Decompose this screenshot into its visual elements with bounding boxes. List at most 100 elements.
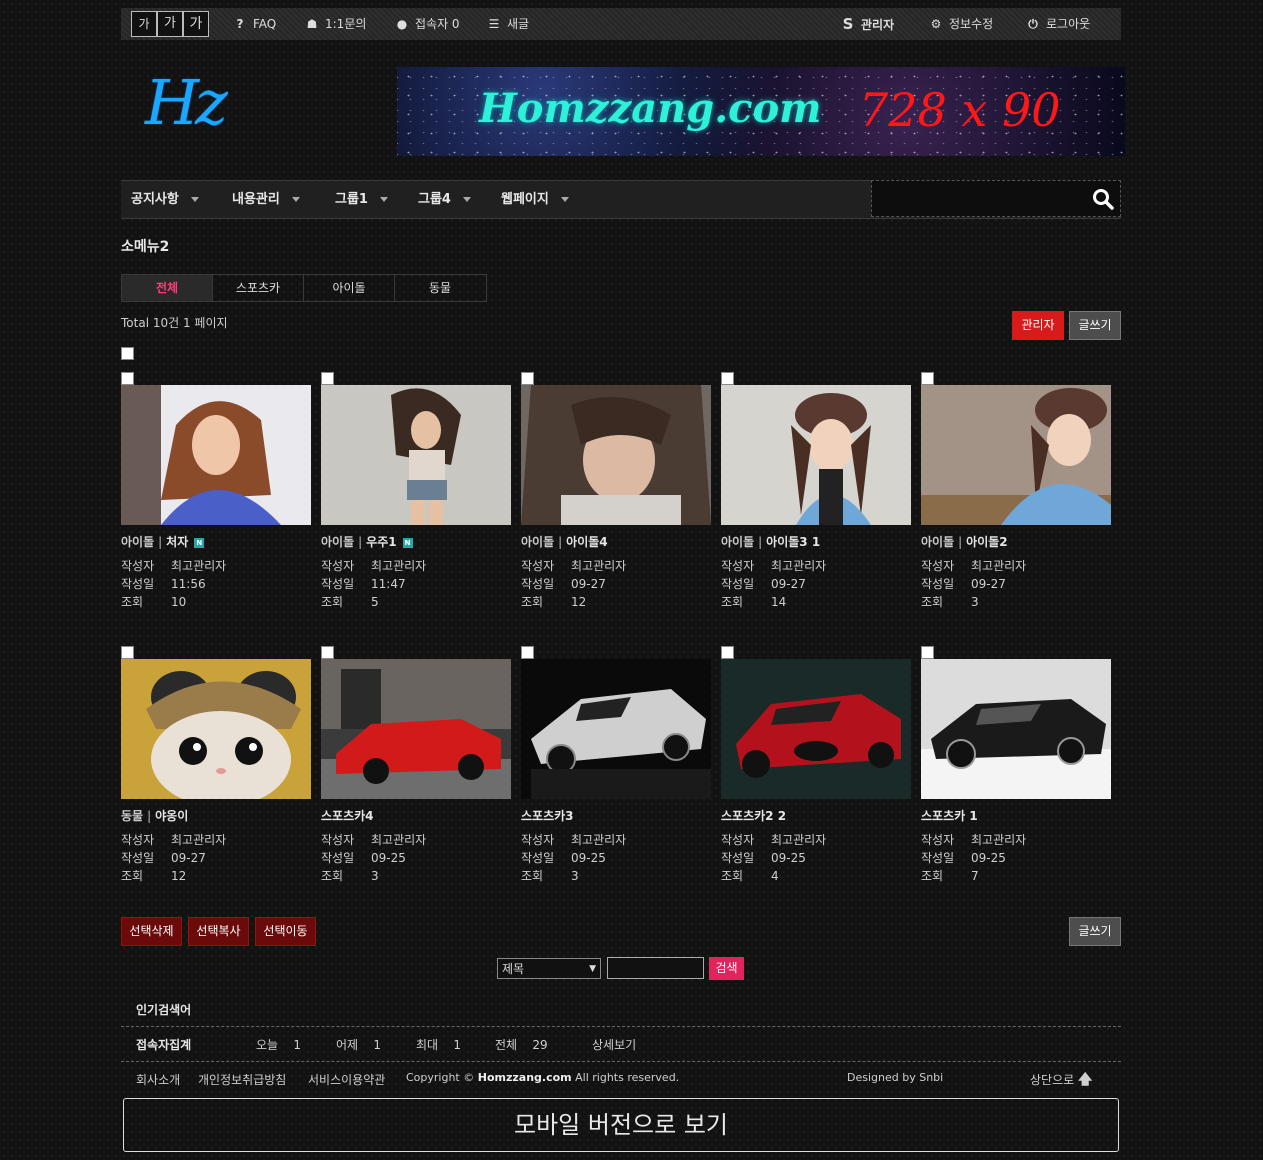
post-checkbox[interactable] — [121, 646, 134, 659]
inquiry-link[interactable]: ☗ 1:1문의 — [305, 8, 367, 40]
gallery-card: 동물 | 야옹이 작성자 최고관리자 작성일 09-27 조회 12 — [121, 659, 311, 899]
select-all-checkbox[interactable] — [121, 347, 134, 360]
post-title-text: 스포츠카2 2 — [721, 809, 787, 823]
scroll-top-link[interactable]: 상단으로 🡅 — [1030, 1069, 1092, 1093]
meta-value: 최고관리자 — [771, 559, 827, 573]
meta-label: 작성자 — [721, 559, 755, 573]
post-title[interactable]: 아이돌 | 아이돌2 — [921, 533, 1008, 550]
search-icon[interactable] — [1092, 188, 1114, 210]
meta-label: 조회 — [321, 595, 344, 609]
meta-value: 최고관리자 — [771, 833, 827, 847]
post-checkbox[interactable] — [321, 372, 334, 385]
post-checkbox[interactable] — [921, 646, 934, 659]
post-thumbnail[interactable] — [521, 385, 711, 525]
post-thumbnail[interactable] — [521, 659, 711, 799]
post-title[interactable]: 스포츠카2 2 — [721, 807, 786, 824]
search-field-select[interactable]: 제목 ▼ — [497, 958, 601, 979]
meta-value: 최고관리자 — [971, 559, 1027, 573]
post-title-text: 아이돌4 — [566, 535, 608, 549]
meta-value: 최고관리자 — [371, 833, 427, 847]
post-thumbnail[interactable] — [721, 659, 911, 799]
nav-item-webpage[interactable]: 웹페이지 — [501, 181, 569, 218]
site-search-input[interactable] — [871, 180, 1121, 217]
move-selected-button[interactable]: 선택이동 — [255, 917, 316, 946]
tab-sportscar[interactable]: 스포츠카 — [213, 275, 304, 301]
visitors-detail-link[interactable]: 상세보기 — [592, 1036, 636, 1053]
logout-link[interactable]: ⏻ 로그아웃 — [1026, 8, 1090, 40]
post-checkbox[interactable] — [721, 646, 734, 659]
visitors-max: 최대 1 — [416, 1038, 461, 1052]
meta-value: 11:47 — [371, 577, 406, 591]
post-checkbox[interactable] — [921, 372, 934, 385]
board-search-input[interactable] — [607, 957, 704, 979]
post-title[interactable]: 스포츠카3 — [521, 807, 574, 824]
post-thumbnail[interactable] — [121, 659, 311, 799]
meta-label: 조회 — [721, 595, 744, 609]
post-thumbnail[interactable] — [121, 385, 311, 525]
post-title[interactable]: 아이돌 | 처자 N — [121, 533, 205, 550]
footer-link-privacy[interactable]: 개인정보취급방침 — [198, 1071, 286, 1088]
post-views: 조회 12 — [121, 867, 186, 884]
nav-item-group4[interactable]: 그룹4 — [418, 181, 471, 218]
chevron-down-icon — [379, 197, 388, 202]
post-thumbnail[interactable] — [321, 659, 511, 799]
footer-link-terms[interactable]: 서비스이용약관 — [308, 1071, 385, 1088]
page-title: 소메뉴2 — [121, 239, 170, 255]
nav-item-group1[interactable]: 그룹1 — [335, 181, 388, 218]
copy-selected-button[interactable]: 선택복사 — [188, 917, 249, 946]
edit-profile-link[interactable]: ⚙ 정보수정 — [929, 8, 994, 40]
meta-value: 14 — [771, 595, 787, 609]
faq-link[interactable]: ? FAQ — [233, 8, 277, 40]
post-thumbnail[interactable] — [321, 385, 511, 525]
tab-animal[interactable]: 동물 — [395, 275, 485, 301]
post-checkbox[interactable] — [521, 646, 534, 659]
post-checkbox[interactable] — [521, 372, 534, 385]
banner-ad[interactable]: Homzzang.com 728 x 90 — [397, 67, 1125, 156]
font-medium-button[interactable]: 가 — [157, 11, 183, 37]
chevron-down-icon — [190, 197, 199, 202]
visitors-yesterday: 어제 1 — [336, 1038, 381, 1052]
post-title[interactable]: 아이돌 | 아이돌3 1 — [721, 533, 820, 550]
banner-site-text: Homzzang.com — [479, 85, 822, 132]
post-title[interactable]: 아이돌 | 아이돌4 — [521, 533, 608, 550]
write-button-top[interactable]: 글쓰기 — [1069, 311, 1121, 340]
nav-item-notice[interactable]: 공지사항 — [131, 181, 199, 218]
copyright: Copyright © Homzzang.com All rights rese… — [406, 1071, 680, 1084]
chevron-down-icon — [560, 197, 569, 202]
post-views: 조회 3 — [321, 867, 379, 884]
post-checkbox[interactable] — [721, 372, 734, 385]
post-checkbox[interactable] — [321, 646, 334, 659]
post-thumbnail[interactable] — [921, 385, 1111, 525]
new-posts-link[interactable]: ☰ 새글 — [487, 8, 529, 40]
post-title[interactable]: 아이돌 | 우주1 N — [321, 533, 413, 550]
post-checkbox[interactable] — [121, 372, 134, 385]
site-logo[interactable]: Hz — [145, 66, 228, 139]
meta-label: 작성일 — [721, 577, 755, 591]
visitors-link[interactable]: ● 접속자 0 — [395, 8, 460, 40]
delete-selected-button[interactable]: 선택삭제 — [121, 917, 182, 946]
meta-value: 09-25 — [371, 851, 406, 865]
admin-link[interactable]: S 관리자 — [841, 8, 895, 40]
font-small-button[interactable]: 가 — [131, 11, 157, 37]
mobile-version-button[interactable]: 모바일 버전으로 보기 — [123, 1098, 1119, 1152]
arrow-up-icon: 🡅 — [1078, 1072, 1093, 1088]
meta-label: 조회 — [721, 869, 744, 883]
nav-item-content[interactable]: 내용관리 — [232, 181, 300, 218]
post-thumbnail[interactable] — [921, 659, 1111, 799]
meta-label: 조회 — [321, 869, 344, 883]
tab-idol[interactable]: 아이돌 — [304, 275, 395, 301]
post-title[interactable]: 동물 | 야옹이 — [121, 807, 188, 824]
write-button-bottom[interactable]: 글쓰기 — [1069, 917, 1121, 946]
post-thumbnail[interactable] — [721, 385, 911, 525]
meta-value: 11:56 — [171, 577, 206, 591]
meta-label: 작성일 — [521, 577, 555, 591]
font-large-button[interactable]: 가 — [183, 11, 209, 37]
board-search-button[interactable]: 검색 — [709, 957, 744, 980]
post-title[interactable]: 스포츠카4 — [321, 807, 374, 824]
post-title[interactable]: 스포츠카 1 — [921, 807, 978, 824]
meta-label: 작성일 — [921, 577, 955, 591]
separator: | — [758, 535, 763, 549]
admin-button[interactable]: 관리자 — [1012, 311, 1064, 340]
footer-link-company[interactable]: 회사소개 — [136, 1071, 180, 1088]
tab-all[interactable]: 전체 — [122, 275, 213, 301]
